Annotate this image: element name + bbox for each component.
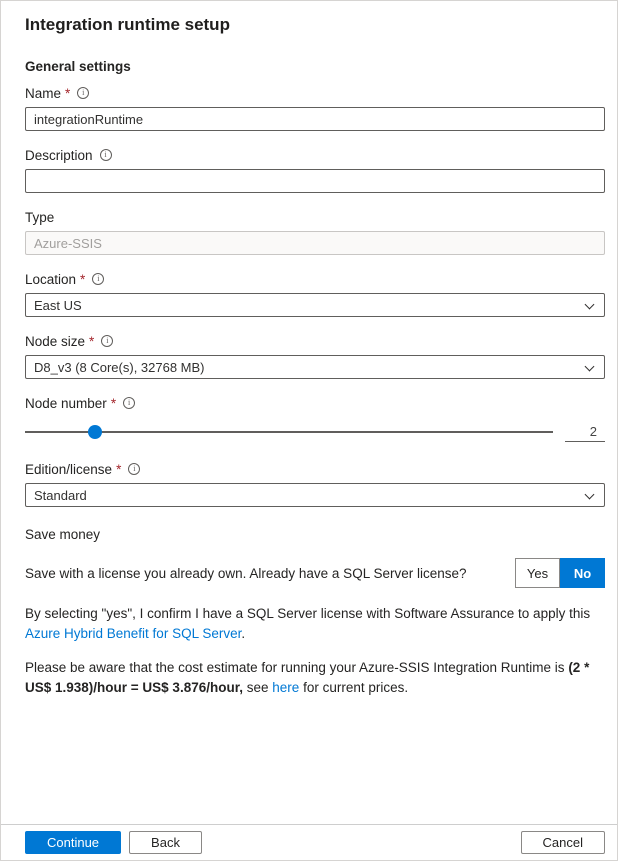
general-settings-heading: General settings [25, 59, 605, 74]
back-button[interactable]: Back [129, 831, 202, 854]
node-number-slider-row: 2 [25, 417, 605, 447]
name-label: Name [25, 86, 61, 101]
save-money-heading: Save money [25, 527, 605, 542]
node-size-field-group: Node size * D8_v3 (8 Core(s), 32768 MB) [25, 332, 605, 379]
edition-label: Edition/license [25, 462, 112, 477]
location-selected-value: East US [34, 298, 82, 313]
integration-runtime-setup-panel: Integration runtime setup General settin… [0, 0, 618, 861]
slider-thumb[interactable] [88, 425, 102, 439]
name-input[interactable] [25, 107, 605, 131]
chevron-down-icon [585, 300, 595, 310]
panel-content: Integration runtime setup General settin… [1, 1, 617, 698]
node-number-required-marker: * [111, 396, 116, 411]
location-label: Location [25, 272, 76, 287]
node-size-label: Node size [25, 334, 85, 349]
license-question-row: Save with a license you already own. Alr… [25, 558, 605, 588]
edition-info-icon[interactable] [128, 463, 140, 475]
yes-button[interactable]: Yes [515, 558, 560, 588]
description-label-row: Description [25, 146, 605, 164]
location-label-row: Location * [25, 270, 605, 288]
edition-field-group: Edition/license * Standard [25, 460, 605, 507]
name-info-icon[interactable] [77, 87, 89, 99]
node-size-label-row: Node size * [25, 332, 605, 350]
type-field-group: Type [25, 208, 605, 255]
type-input [25, 231, 605, 255]
location-info-icon[interactable] [92, 273, 104, 285]
chevron-down-icon [585, 362, 595, 372]
chevron-down-icon [585, 490, 595, 500]
location-dropdown[interactable]: East US [25, 293, 605, 317]
description-label: Description [25, 148, 93, 163]
license-confirm-paragraph: By selecting "yes", I confirm I have a S… [25, 604, 603, 645]
location-required-marker: * [80, 272, 85, 287]
yes-no-toggle: Yes No [515, 558, 605, 588]
description-field-group: Description [25, 146, 605, 193]
footer-bar: Continue Back Cancel [1, 824, 617, 860]
location-field-group: Location * East US [25, 270, 605, 317]
page-title: Integration runtime setup [25, 15, 605, 35]
no-button[interactable]: No [560, 558, 605, 588]
type-label-row: Type [25, 208, 605, 226]
edition-required-marker: * [116, 462, 121, 477]
node-number-value[interactable]: 2 [565, 422, 605, 442]
edition-selected-value: Standard [34, 488, 87, 503]
node-size-required-marker: * [89, 334, 94, 349]
node-number-info-icon[interactable] [123, 397, 135, 409]
name-field-group: Name * [25, 84, 605, 131]
node-size-info-icon[interactable] [101, 335, 113, 347]
name-required-marker: * [65, 86, 70, 101]
node-number-label: Node number [25, 396, 107, 411]
description-input[interactable] [25, 169, 605, 193]
cost-after-text: for current prices. [303, 680, 408, 695]
node-size-dropdown[interactable]: D8_v3 (8 Core(s), 32768 MB) [25, 355, 605, 379]
azure-hybrid-benefit-link[interactable]: Azure Hybrid Benefit for SQL Server [25, 626, 241, 641]
prices-here-link[interactable]: here [272, 680, 299, 695]
type-label: Type [25, 210, 54, 225]
cancel-button[interactable]: Cancel [521, 831, 605, 854]
node-number-field-group: Node number * 2 [25, 394, 605, 447]
continue-button[interactable]: Continue [25, 831, 121, 854]
license-question: Save with a license you already own. Alr… [25, 566, 467, 581]
cost-text: Please be aware that the cost estimate f… [25, 660, 565, 675]
node-number-slider[interactable] [25, 425, 553, 439]
edition-label-row: Edition/license * [25, 460, 605, 478]
cost-see-text: see [247, 680, 269, 695]
edition-dropdown[interactable]: Standard [25, 483, 605, 507]
node-size-selected-value: D8_v3 (8 Core(s), 32768 MB) [34, 360, 205, 375]
confirm-period: . [241, 626, 245, 641]
slider-track [25, 431, 553, 433]
node-number-label-row: Node number * [25, 394, 605, 412]
name-label-row: Name * [25, 84, 605, 102]
cost-estimate-paragraph: Please be aware that the cost estimate f… [25, 658, 603, 699]
confirm-text: By selecting "yes", I confirm I have a S… [25, 606, 590, 621]
description-info-icon[interactable] [100, 149, 112, 161]
